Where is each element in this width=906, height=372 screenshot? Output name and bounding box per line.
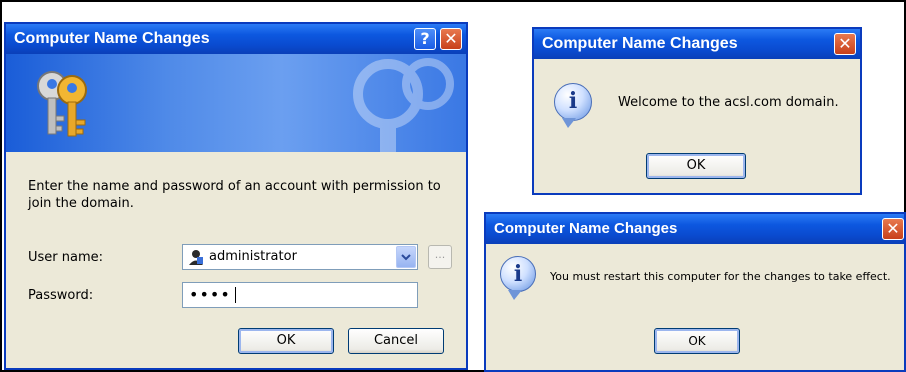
dropdown-button[interactable] <box>396 246 416 268</box>
info-icon: i <box>554 83 592 121</box>
close-button[interactable]: ✕ <box>440 28 462 50</box>
login-dialog-title: Computer Name Changes <box>14 30 210 47</box>
ok-button[interactable]: OK <box>238 328 334 354</box>
ok-button[interactable]: OK <box>654 328 740 354</box>
browse-button[interactable]: ... <box>428 245 452 269</box>
instructions-text: Enter the name and password of an accoun… <box>28 179 441 211</box>
restart-dialog-titlebar[interactable]: Computer Name Changes ✕ <box>486 214 904 244</box>
restart-dialog: Computer Name Changes ✕ i You must resta… <box>484 212 906 372</box>
info-icon-glyph: i <box>568 88 578 114</box>
username-value: administrator <box>209 249 297 264</box>
close-button[interactable]: ✕ <box>834 33 856 55</box>
login-dialog-titlebar[interactable]: Computer Name Changes ? ✕ <box>6 24 466 54</box>
username-combobox[interactable]: administrator <box>182 244 418 270</box>
password-input[interactable]: •••• <box>182 282 418 308</box>
welcome-message: Welcome to the acsl.com domain. <box>618 95 839 110</box>
welcome-dialog: Computer Name Changes ✕ i Welcome to the… <box>532 27 862 195</box>
keys-icon <box>37 71 87 137</box>
info-icon-glyph: i <box>513 261 523 287</box>
keys-watermark <box>353 58 454 152</box>
restart-dialog-title: Computer Name Changes <box>494 220 678 237</box>
password-label: Password: <box>28 288 94 303</box>
user-icon <box>189 250 203 265</box>
login-banner <box>6 54 466 152</box>
cancel-button[interactable]: Cancel <box>348 328 444 354</box>
close-button[interactable]: ✕ <box>882 218 904 240</box>
username-label: User name: <box>28 250 104 265</box>
info-icon-tail <box>562 118 576 128</box>
info-icon-tail <box>508 290 522 300</box>
welcome-dialog-titlebar[interactable]: Computer Name Changes ✕ <box>534 29 860 59</box>
restart-message: You must restart this computer for the c… <box>550 270 891 283</box>
welcome-dialog-title: Computer Name Changes <box>542 35 738 52</box>
info-icon: i <box>500 256 536 292</box>
password-value: •••• <box>189 285 231 304</box>
chevron-down-icon <box>401 254 411 261</box>
login-dialog: Computer Name Changes ? ✕ Enter the name… <box>4 22 468 370</box>
help-button[interactable]: ? <box>414 28 436 50</box>
text-caret <box>235 287 236 303</box>
ok-button[interactable]: OK <box>646 153 746 179</box>
